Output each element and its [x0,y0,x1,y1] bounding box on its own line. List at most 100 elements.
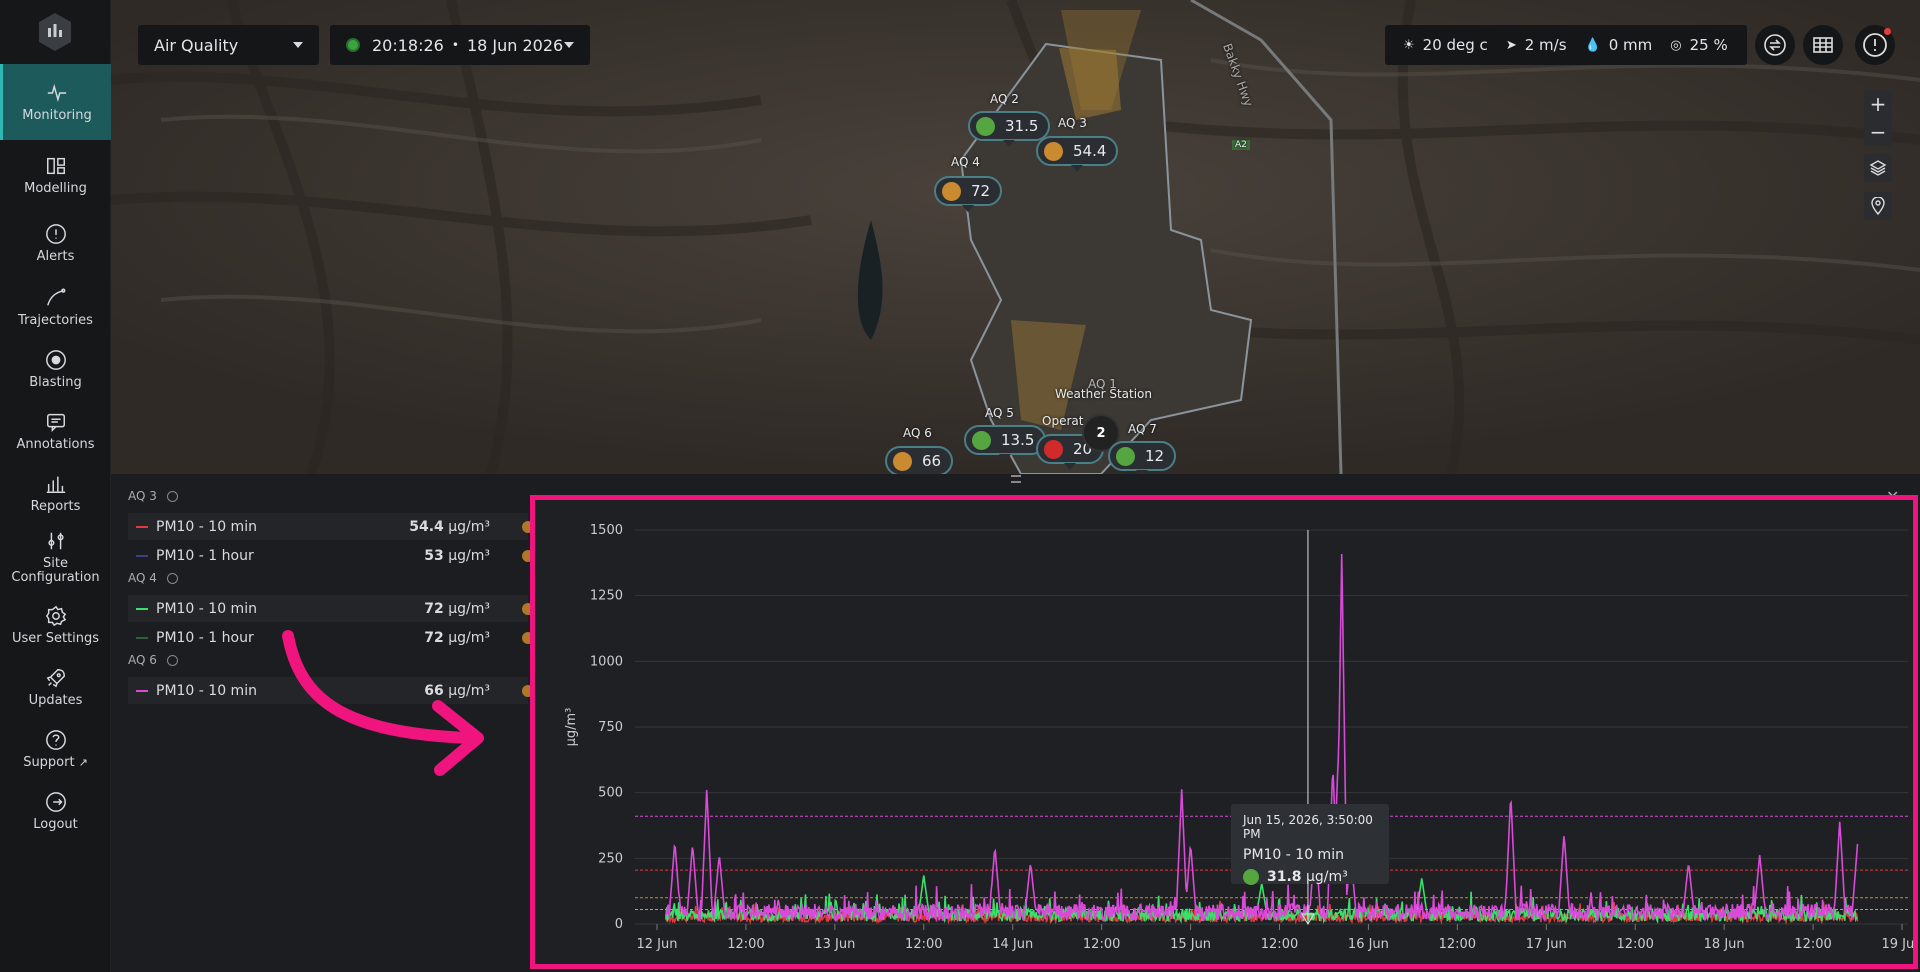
modelling-icon [46,157,65,174]
series-label: PM10 - 1 hour [156,547,254,564]
status-dot [1044,141,1063,161]
map-pin-icon [1871,197,1885,215]
sidebar-item-alerts[interactable]: Alerts [0,206,111,280]
map-pin-aq6[interactable]: 66 [885,446,954,482]
sidebar-item-label: Support [23,754,75,770]
x-tick-label: 13 Jun [814,937,855,952]
sidebar-item-label: Blasting [29,374,82,390]
sidebar-item-logout[interactable]: Logout [0,774,111,848]
sidebar-item-label: Site Configuration [11,555,100,585]
swap-button[interactable] [1755,25,1795,65]
pin-value: 12 [1145,447,1165,465]
layers-icon [1869,160,1887,176]
alert-icon [1863,33,1887,57]
status-dot [1044,439,1063,459]
alerts-button[interactable] [1855,25,1895,65]
swap-icon [1764,34,1786,56]
location-button[interactable] [1864,192,1892,220]
chevron-down-icon [293,42,303,48]
x-tick-label: 12:00 [905,937,942,952]
pin-label-aq5: AQ 5 [985,406,1014,420]
droplet-icon: 💧 [1584,37,1601,53]
sidebar-item-modelling[interactable]: Modelling [0,138,111,212]
sidebar-item-label: Reports [30,498,81,514]
rocket-icon [46,668,65,687]
sidebar-item-label: Updates [28,692,83,708]
grid-view-button[interactable] [1803,25,1843,65]
x-tick-label: 18 Jun [1704,937,1745,952]
sun-icon: ☀ [1403,37,1415,53]
series-label: PM10 - 1 hour [156,629,254,646]
tooltip-datetime: Jun 15, 2026, 3:50:00 PM [1243,813,1373,841]
group-name: AQ 4 [128,571,157,585]
sidebar-item-label: User Settings [11,630,100,646]
sidebar-item-monitoring[interactable]: Monitoring [0,64,111,140]
trajectory-icon [46,288,65,306]
tooltip-series: PM10 - 10 min [1243,847,1344,863]
sidebar-item-label: Monitoring [22,107,92,123]
status-dot [972,430,991,450]
chart-svg[interactable]: 0 250 500 750 1000 1250 1500 µg/m³ 12 Jun 12:00 13… [535,500,1913,964]
sliders-icon [47,532,64,549]
series-row[interactable]: PM10 - 1 hour 53 µg/m³ [128,542,534,569]
pin-label-aq7: AQ 7 [1128,422,1157,436]
status-dot [1116,446,1135,466]
pin-label-aq2: AQ 2 [990,92,1019,106]
series-row[interactable]: PM10 - 10 min 72 µg/m³ [128,595,534,622]
map-pin-aq4[interactable]: 72 [934,176,1003,212]
comment-icon [46,413,65,432]
pin-value: 66 [922,452,942,470]
site-map[interactable]: Bakky Hwy A2 [111,0,1920,474]
status-dot [942,181,961,201]
sidebar-item-reports[interactable]: Reports [0,456,111,530]
x-tick-label: 12:00 [1439,937,1476,952]
grid-icon [1813,37,1833,53]
app-logo[interactable] [37,12,73,52]
time-separator: • [451,38,459,52]
y-tick-label: 1250 [590,589,623,604]
y-tick-label: 750 [598,720,623,735]
pin-value: 31.5 [1005,117,1039,135]
group-header: AQ 3 [128,489,178,503]
map-pin-aq5[interactable]: 13.5 [964,425,1047,461]
map-pin-aq2[interactable]: 31.5 [968,111,1051,147]
x-tick-label: 12:00 [1616,937,1653,952]
logout-icon [45,791,66,812]
map-pin-aq7[interactable]: 12 [1108,441,1177,477]
pin-label-aq4: AQ 4 [951,155,980,169]
y-tick-label: 250 [598,851,623,866]
x-tick-label: 15 Jun [1170,937,1211,952]
series-value: 72 µg/m³ [424,600,490,617]
sidebar-item-label: Logout [33,816,78,832]
layer-select[interactable]: Air Quality [138,25,319,65]
time-series-chart[interactable]: 0 250 500 750 1000 1250 1500 µg/m³ 12 Jun 12:00 13… [530,495,1918,969]
locate-icon[interactable] [166,654,178,666]
map-pin-aq3[interactable]: 54.4 [1036,136,1119,172]
pulse-icon [47,83,67,102]
panel-resize-handle[interactable] [1011,475,1021,483]
time-select[interactable]: 20:18:26 • 18 Jun 2026 [330,25,590,65]
group-name: AQ 6 [128,653,157,667]
locate-icon[interactable] [166,490,178,502]
pin-label-aq3: AQ 3 [1058,116,1087,130]
y-tick-label: 1000 [590,654,623,669]
x-tick-label: 16 Jun [1348,937,1389,952]
sidebar-item-site-configuration[interactable]: Site Configuration [0,520,111,594]
layer-select-value: Air Quality [154,35,239,55]
weather-summary: ☀ 20 deg c ➤ 2 m/s 💧 0 mm ◎ 25 % [1385,25,1747,65]
pin-value: 13.5 [1001,431,1035,449]
series-swatch [136,554,148,557]
series-row[interactable]: PM10 - 10 min 54.4 µg/m³ [128,513,534,540]
x-tick-label: 12 Jun [637,937,678,952]
live-status-icon [346,38,360,52]
zoom-out-button[interactable]: − [1864,118,1892,146]
time-value: 20:18:26 [372,35,444,55]
layers-button[interactable] [1864,154,1892,182]
road-badge: A2 [1232,140,1250,150]
status-dot [1243,869,1259,885]
x-tick-label: 12:00 [1794,937,1831,952]
locate-icon[interactable] [166,572,178,584]
y-tick-label: 0 [615,917,623,932]
zoom-in-button[interactable]: + [1864,90,1892,118]
bar-chart-icon [46,476,65,493]
